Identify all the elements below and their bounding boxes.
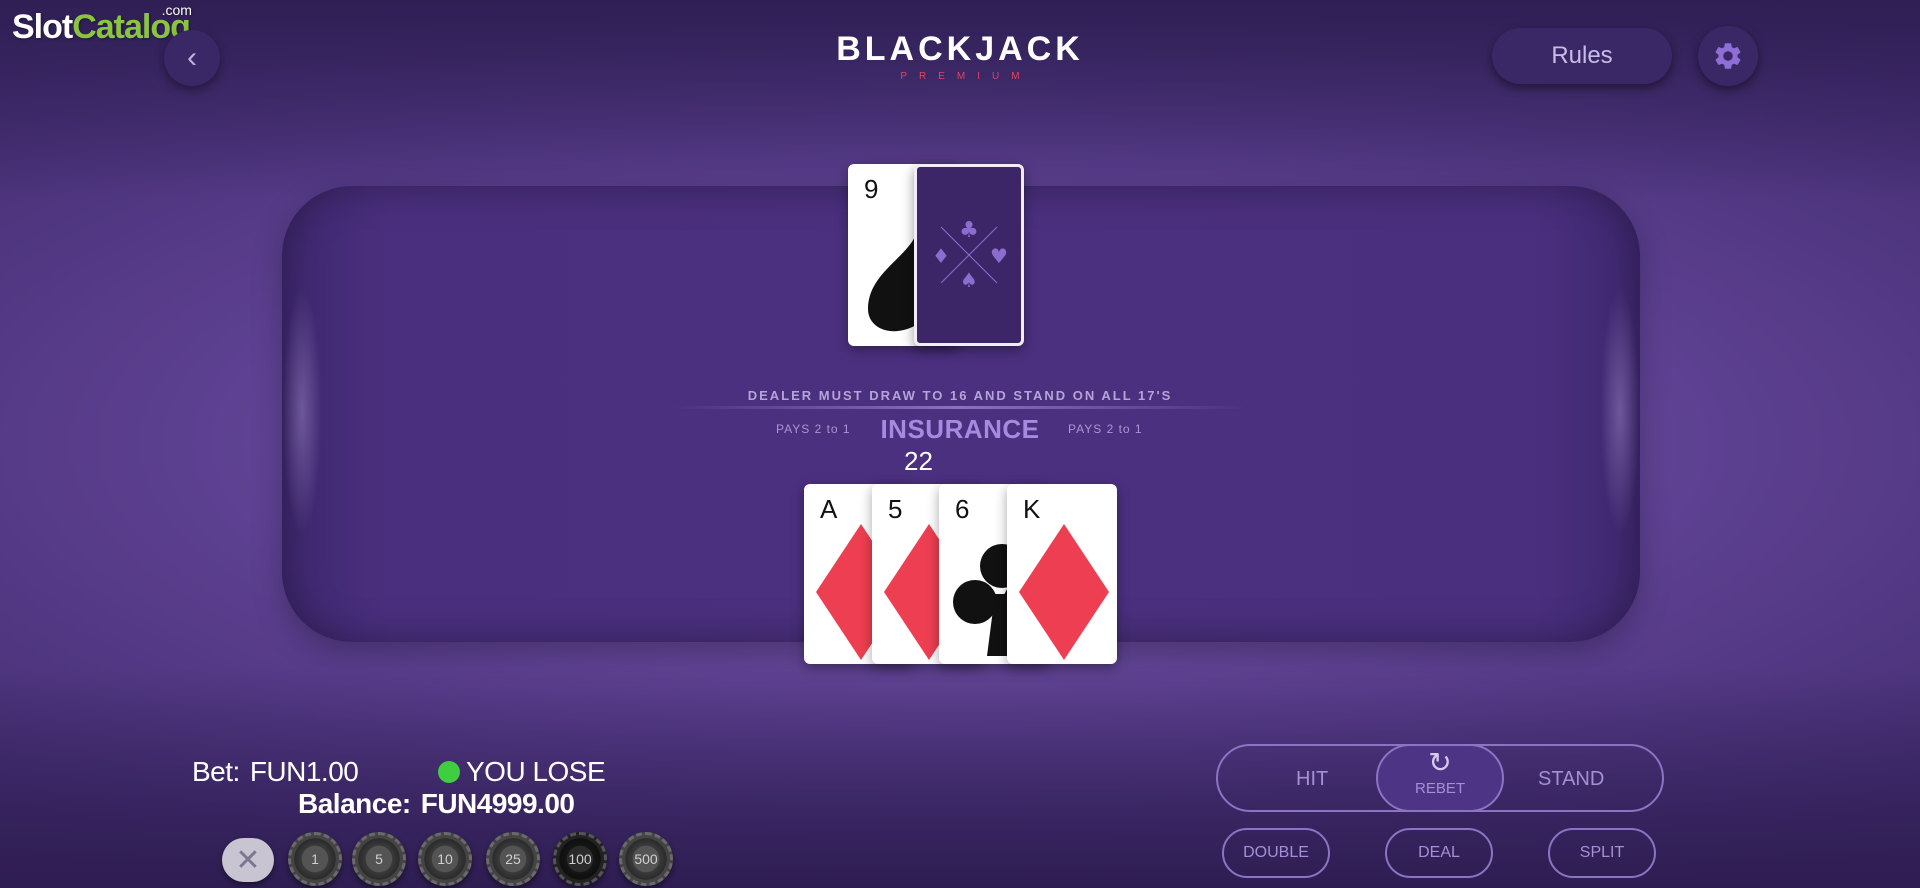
svg-text:♦: ♦ <box>932 244 950 268</box>
insurance-pays-left: PAYS 2 to 1 <box>776 422 851 436</box>
refresh-icon: ↻ <box>1428 747 1452 778</box>
split-button[interactable]: SPLIT <box>1548 828 1656 878</box>
slotcatalog-watermark: SlotCatalog .com <box>12 2 192 47</box>
chip-25[interactable]: 25 <box>486 832 540 886</box>
chip-value: 10 <box>437 851 453 867</box>
player-card-4: K <box>1007 484 1117 664</box>
card-rank: A <box>820 494 838 524</box>
hit-button[interactable]: HIT <box>1296 768 1328 791</box>
chip-value: 5 <box>375 851 383 867</box>
svg-text:♣: ♣ <box>959 218 979 243</box>
game-logo: BLACKJACK PREMIUM <box>810 30 1110 82</box>
insurance-pays-right: PAYS 2 to 1 <box>1068 422 1143 436</box>
chip-100[interactable]: 100 <box>553 832 607 886</box>
table-edge-highlight-right <box>1600 286 1640 536</box>
rebet-label: REBET <box>1414 780 1465 797</box>
stand-button[interactable]: STAND <box>1538 768 1604 791</box>
clear-bet-button[interactable]: ✕ <box>222 838 274 882</box>
bet-value: FUN1.00 <box>249 756 359 787</box>
svg-text:♠: ♠ <box>960 268 978 292</box>
svg-text:♥: ♥ <box>990 244 1008 268</box>
balance-value: FUN4999.00 <box>420 788 575 819</box>
table-edge-highlight-left <box>282 286 322 536</box>
logo-subtitle: PREMIUM <box>900 71 1032 82</box>
rule-divider <box>670 406 1250 409</box>
rebet-button[interactable]: ↻ REBET <box>1376 744 1504 812</box>
chip-value: 100 <box>568 851 592 867</box>
bet-label: Bet: <box>192 756 240 787</box>
card-rank: 9 <box>864 174 879 204</box>
dealer-rule-text: DEALER MUST DRAW TO 16 AND STAND ON ALL … <box>747 388 1173 403</box>
chip-1[interactable]: 1 <box>288 832 342 886</box>
result-text: YOU LOSE <box>466 756 606 787</box>
chip-value: 1 <box>311 851 319 867</box>
settings-button[interactable] <box>1698 26 1758 86</box>
close-icon: ✕ <box>235 843 261 877</box>
card-back-pattern-icon: ♣ ♦ ♥ ♠ <box>932 218 1008 292</box>
balance-label: Balance: <box>298 788 411 819</box>
balance-display: Balance: FUN4999.00 <box>298 788 575 820</box>
chip-5[interactable]: 5 <box>352 832 406 886</box>
double-button[interactable]: DOUBLE <box>1222 828 1330 878</box>
chip-value: 25 <box>505 851 521 867</box>
player-hand-score: 22 <box>904 446 933 476</box>
logo-title: BLACKJACK <box>836 30 1084 68</box>
dealer-card-face-down: ♣ ♦ ♥ ♠ <box>914 164 1024 346</box>
watermark-part-3: .com <box>161 2 192 18</box>
result-indicator-icon <box>438 761 460 783</box>
card-rank: 6 <box>955 494 970 524</box>
bet-display: Bet: FUN1.00 <box>192 756 359 788</box>
rules-button[interactable]: Rules <box>1492 28 1672 84</box>
card-rank: 5 <box>888 494 903 524</box>
chip-value: 500 <box>634 851 658 867</box>
chip-10[interactable]: 10 <box>418 832 472 886</box>
diamond-icon <box>1019 524 1109 660</box>
insurance-label: INSURANCE <box>880 414 1040 444</box>
gear-icon <box>1715 43 1741 69</box>
watermark-part-1: Slot <box>12 8 73 46</box>
card-rank: K <box>1023 494 1041 524</box>
deal-button[interactable]: DEAL <box>1385 828 1493 878</box>
back-button[interactable]: ‹ <box>164 30 220 86</box>
result-display: YOU LOSE <box>438 756 606 788</box>
chevron-left-icon: ‹ <box>187 41 197 74</box>
chip-500[interactable]: 500 <box>619 832 673 886</box>
